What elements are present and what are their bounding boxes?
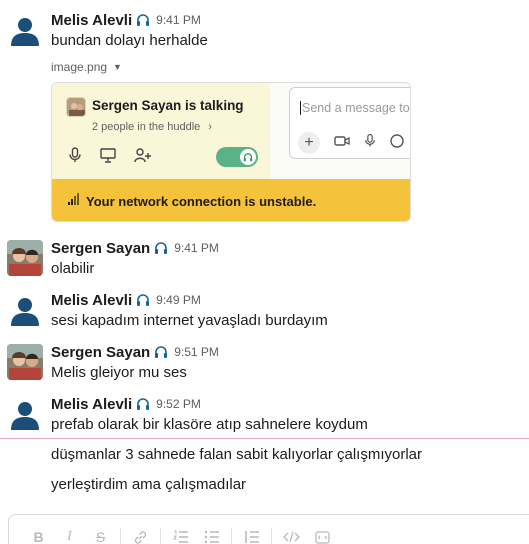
attachment-filename: image.png <box>51 60 108 74</box>
default-avatar-icon <box>11 18 39 46</box>
message-header: Sergen Sayan 9:41 PM <box>51 238 219 258</box>
microphone-icon <box>364 133 376 153</box>
message-text: bundan dolayı herhalde <box>51 32 208 49</box>
author-name[interactable]: Sergen Sayan <box>51 344 150 361</box>
profile-photo <box>7 240 43 276</box>
timestamp[interactable]: 9:41 PM <box>174 241 219 255</box>
formatting-toolbar: B I S <box>23 527 338 544</box>
headphones-icon <box>154 241 168 255</box>
microphone-icon <box>68 147 82 168</box>
image-preview[interactable]: Sergen Sayan is talking 2 people in the … <box>51 82 411 222</box>
signal-bars-icon <box>68 192 80 210</box>
code-block-icon[interactable] <box>307 527 338 544</box>
message-item: Sergen Sayan 9:41 PM olabilir <box>0 238 529 282</box>
message-text: prefab olarak bir klasöre atıp sahnelere… <box>51 416 368 433</box>
new-messages-divider <box>0 438 529 439</box>
timestamp[interactable]: 9:51 PM <box>174 345 219 359</box>
composer-tools: + <box>298 132 404 154</box>
huddle-avatar <box>66 97 86 117</box>
bulleted-list-icon[interactable] <box>196 527 227 544</box>
timestamp[interactable]: 9:41 PM <box>156 13 201 27</box>
add-person-icon <box>134 147 152 168</box>
composer-placeholder: Send a message to <box>300 101 410 115</box>
italic-icon[interactable]: I <box>54 527 85 544</box>
attachment-label[interactable]: image.png ▼ <box>51 60 122 74</box>
emoji-icon <box>390 133 404 153</box>
link-icon[interactable] <box>125 527 156 544</box>
blockquote-icon[interactable] <box>236 527 267 544</box>
message-composer[interactable]: B I S <box>8 514 529 544</box>
toolbar-divider <box>160 528 161 544</box>
avatar[interactable] <box>7 344 43 380</box>
video-icon <box>334 134 350 152</box>
author-name[interactable]: Sergen Sayan <box>51 240 150 257</box>
message-text: sesi kapadım internet yavaşladı burdayım <box>51 312 328 329</box>
code-icon[interactable] <box>276 527 307 544</box>
bold-icon[interactable]: B <box>23 527 54 544</box>
author-name[interactable]: Melis Alevli <box>51 12 132 29</box>
toolbar-divider <box>120 528 121 544</box>
headphones-icon <box>136 397 150 411</box>
composer-preview: Send a message to + <box>289 87 410 159</box>
timestamp[interactable]: 9:52 PM <box>156 397 201 411</box>
message-header: Melis Alevli 9:41 PM <box>51 10 201 30</box>
default-avatar-icon <box>11 402 39 430</box>
huddle-subtitle: 2 people in the huddle › <box>92 121 212 133</box>
chevron-right-icon: › <box>208 121 212 133</box>
avatar[interactable] <box>7 12 43 48</box>
plus-icon: + <box>298 132 320 154</box>
timestamp[interactable]: 9:49 PM <box>156 293 201 307</box>
avatar[interactable] <box>7 292 43 328</box>
headphones-icon <box>240 149 256 165</box>
message-text: düşmanlar 3 sahnede falan sabit kalıyorl… <box>51 446 423 463</box>
message-text: olabilir <box>51 260 95 277</box>
strikethrough-icon[interactable]: S <box>85 527 116 544</box>
huddle-panel: Sergen Sayan is talking 2 people in the … <box>52 83 270 179</box>
profile-photo <box>7 344 43 380</box>
message-item: Sergen Sayan 9:51 PM Melis gleiyor mu se… <box>0 342 529 386</box>
caret-down-icon[interactable]: ▼ <box>113 62 122 72</box>
huddle-controls <box>68 147 152 168</box>
headphones-icon <box>136 13 150 27</box>
huddle-count: 2 people in the huddle <box>92 121 201 133</box>
message-header: Sergen Sayan 9:51 PM <box>51 342 219 362</box>
headphones-icon <box>154 345 168 359</box>
default-avatar-icon <box>11 298 39 326</box>
huddle-title: Sergen Sayan is talking <box>92 98 244 113</box>
avatar[interactable] <box>7 240 43 276</box>
message-item: Melis Alevli 9:49 PM sesi kapadım intern… <box>0 290 529 334</box>
author-name[interactable]: Melis Alevli <box>51 396 132 413</box>
warning-text: Your network connection is unstable. <box>86 193 317 209</box>
toolbar-divider <box>231 528 232 544</box>
message-header: Melis Alevli 9:49 PM <box>51 290 201 310</box>
ordered-list-icon[interactable] <box>165 527 196 544</box>
avatar[interactable] <box>7 396 43 432</box>
toolbar-divider <box>271 528 272 544</box>
huddle-toggle <box>216 147 258 167</box>
message-header: Melis Alevli 9:52 PM <box>51 394 201 414</box>
screen-share-icon <box>100 147 116 168</box>
headphones-icon <box>136 293 150 307</box>
author-name[interactable]: Melis Alevli <box>51 292 132 309</box>
message-item: Melis Alevli 9:52 PM prefab olarak bir k… <box>0 394 529 438</box>
network-warning-banner: Your network connection is unstable. <box>52 179 410 221</box>
message-text: Melis gleiyor mu ses <box>51 364 187 381</box>
message-text: yerleştirdim ama çalışmadılar <box>51 476 247 493</box>
